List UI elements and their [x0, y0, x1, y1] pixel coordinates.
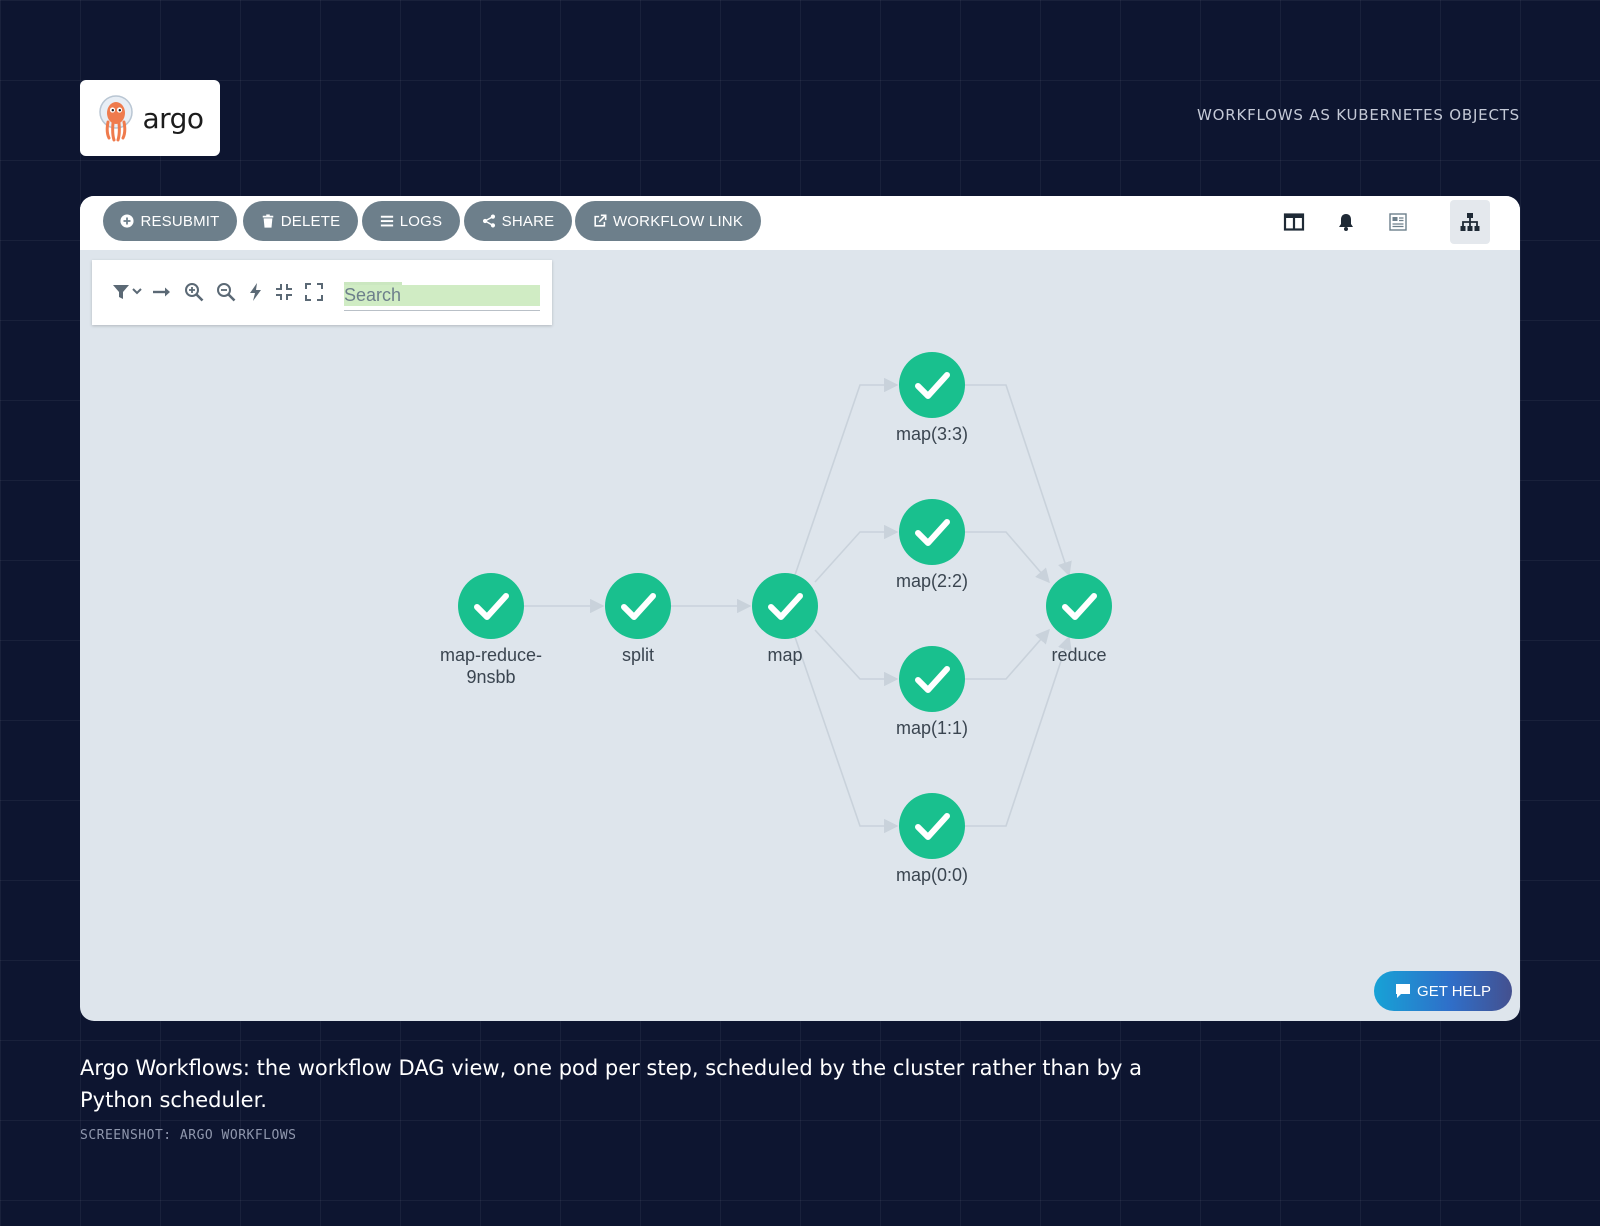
- node-status-circle: [1046, 573, 1112, 639]
- zoom-in-button[interactable]: [184, 282, 204, 302]
- logs-label: LOGS: [399, 212, 443, 230]
- node-label: 9nsbb: [466, 667, 515, 687]
- bell-icon: [1339, 214, 1353, 231]
- resubmit-label: RESUBMIT: [140, 212, 220, 230]
- workflow-toolbar: RESUBMIT DELETE LOGS SHARE WORKFLOW LINK: [80, 196, 1520, 250]
- summary-icon: [1389, 213, 1407, 231]
- delete-label: DELETE: [280, 212, 341, 230]
- delete-button[interactable]: DELETE: [243, 201, 358, 241]
- workflow-link-label: WORKFLOW LINK: [612, 212, 744, 230]
- argo-logo: argo: [80, 80, 220, 156]
- node-label: reduce: [1051, 645, 1106, 665]
- node-status-circle: [752, 573, 818, 639]
- workflow-link-button[interactable]: WORKFLOW LINK: [575, 201, 761, 241]
- node-status-circle: [458, 573, 524, 639]
- octopus-mascot-icon: [99, 95, 134, 142]
- direction-button[interactable]: [152, 282, 172, 302]
- tagline: WORKFLOWS AS KUBERNETES OBJECTS: [1196, 106, 1520, 124]
- dag-edge-map-m11: [814, 629, 899, 687]
- screenshot-credit: SCREENSHOT: ARGO WORKFLOWS: [80, 1128, 297, 1143]
- zoom-in-icon: [185, 283, 204, 302]
- search-input[interactable]: [344, 280, 540, 311]
- node-label: map(0:0): [896, 865, 968, 885]
- node-label: split: [622, 645, 654, 665]
- dag-node-m11[interactable]: map(1:1): [896, 646, 968, 738]
- dag-node-m00[interactable]: map(0:0): [896, 793, 968, 885]
- list-icon: [380, 215, 393, 227]
- tree-view-icon: [1460, 213, 1480, 231]
- share-icon: [482, 214, 495, 228]
- dag-node-reduce[interactable]: reduce: [1046, 573, 1112, 665]
- dag-edge-m11-reduce: [965, 628, 1050, 680]
- notifications-button[interactable]: [1326, 200, 1366, 244]
- get-help-label: GET HELP: [1417, 982, 1491, 1000]
- share-label: SHARE: [501, 212, 555, 230]
- summary-view-button[interactable]: [1378, 200, 1418, 244]
- dag-edge-m33-reduce: [965, 384, 1072, 577]
- node-label: map-reduce-: [440, 645, 542, 665]
- fast-forward-icon: [250, 283, 261, 301]
- node-status-circle: [605, 573, 671, 639]
- expand-icon: [305, 283, 323, 301]
- dag-edge-map-m00: [794, 636, 899, 834]
- workflow-panel: map-reduce- 9nsbb split map map(3:3) map(2:2)…: [80, 196, 1520, 1021]
- collapse-button[interactable]: [274, 282, 294, 302]
- filter-button[interactable]: [112, 282, 144, 302]
- node-status-circle: [899, 793, 965, 859]
- chat-icon: [1396, 984, 1411, 998]
- node-label: map(1:1): [896, 718, 968, 738]
- resubmit-button[interactable]: RESUBMIT: [103, 201, 237, 241]
- node-label: map(2:2): [896, 571, 968, 591]
- filter-icon: [113, 285, 142, 299]
- direction-icon: [153, 287, 170, 297]
- trash-icon: [262, 214, 273, 228]
- dag-node-split[interactable]: split: [605, 573, 671, 665]
- zoom-out-icon: [217, 283, 236, 302]
- split-view-button[interactable]: [1274, 200, 1314, 244]
- dag-edge-m22-reduce: [965, 531, 1050, 584]
- plus-circle-icon: [120, 214, 134, 228]
- get-help-button[interactable]: GET HELP: [1374, 971, 1512, 1011]
- node-label: map: [767, 645, 802, 665]
- graph-tools-panel: [92, 260, 552, 325]
- dag-node-m22[interactable]: map(2:2): [896, 499, 968, 591]
- logs-button[interactable]: LOGS: [362, 201, 460, 241]
- tree-view-button[interactable]: [1450, 200, 1490, 244]
- dag-node-m33[interactable]: map(3:3): [896, 352, 968, 444]
- caption: Argo Workflows: the workflow DAG view, o…: [80, 1056, 1142, 1112]
- node-label: map(3:3): [896, 424, 968, 444]
- node-status-circle: [899, 499, 965, 565]
- fast-forward-button[interactable]: [246, 282, 266, 302]
- node-status-circle: [899, 646, 965, 712]
- expand-button[interactable]: [304, 282, 324, 302]
- dag-node-root[interactable]: map-reduce-9nsbb: [440, 573, 542, 687]
- node-status-circle: [899, 352, 965, 418]
- split-view-icon: [1283, 213, 1305, 231]
- dag-node-map[interactable]: map: [752, 573, 818, 665]
- dag-edge-map-m22: [814, 524, 899, 583]
- logo-text: argo: [142, 101, 204, 135]
- share-button[interactable]: SHARE: [464, 201, 572, 241]
- collapse-icon: [276, 284, 292, 300]
- zoom-out-button[interactable]: [216, 282, 236, 302]
- external-link-icon: [594, 214, 607, 227]
